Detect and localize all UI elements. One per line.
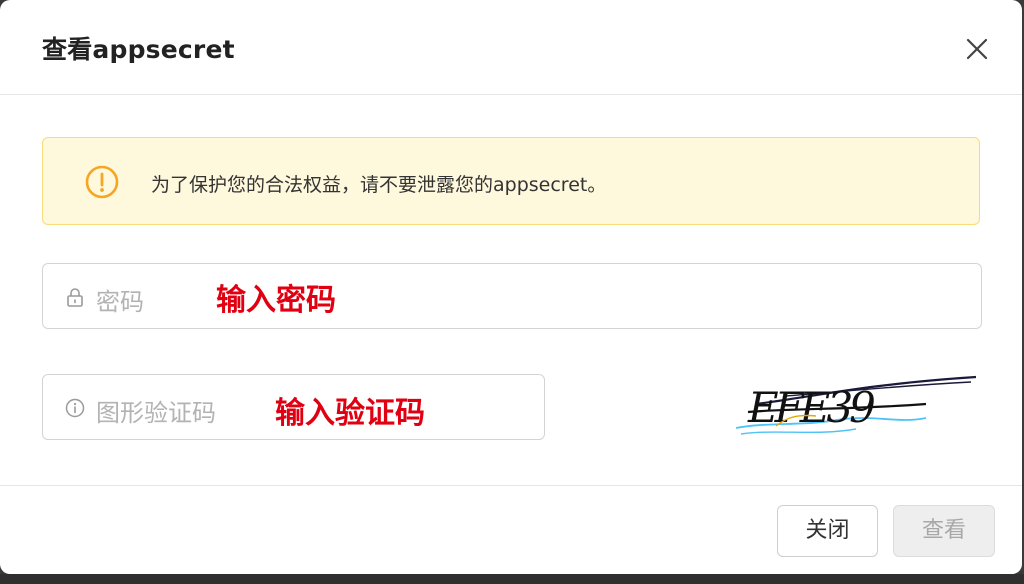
lock-icon xyxy=(65,287,85,307)
captcha-placeholder: 图形验证码 xyxy=(96,399,216,427)
warning-alert: 为了保护您的合法权益，请不要泄露您的appsecret。 xyxy=(42,137,980,225)
dialog-footer: 关闭 查看 xyxy=(0,485,1022,574)
close-icon[interactable] xyxy=(962,34,992,64)
captcha-annotation: 输入验证码 xyxy=(275,396,425,431)
captcha-image[interactable]: EFE39 xyxy=(726,374,981,442)
appsecret-dialog: 查看appsecret 为了保护您的合法权益，请不要泄露您的appsecret。 xyxy=(0,0,1022,574)
password-field[interactable]: 密码 xyxy=(42,263,982,329)
dialog-title: 查看appsecret xyxy=(42,35,235,64)
alert-message: 为了保护您的合法权益，请不要泄露您的appsecret。 xyxy=(151,174,607,196)
info-icon xyxy=(65,398,85,418)
dialog-header: 查看appsecret xyxy=(0,0,1022,95)
background-strip xyxy=(0,574,1024,584)
close-button[interactable]: 关闭 xyxy=(777,505,878,557)
view-button[interactable]: 查看 xyxy=(893,505,995,557)
password-annotation: 输入密码 xyxy=(216,283,336,318)
password-placeholder: 密码 xyxy=(96,288,144,316)
warning-circle-icon xyxy=(85,165,119,199)
